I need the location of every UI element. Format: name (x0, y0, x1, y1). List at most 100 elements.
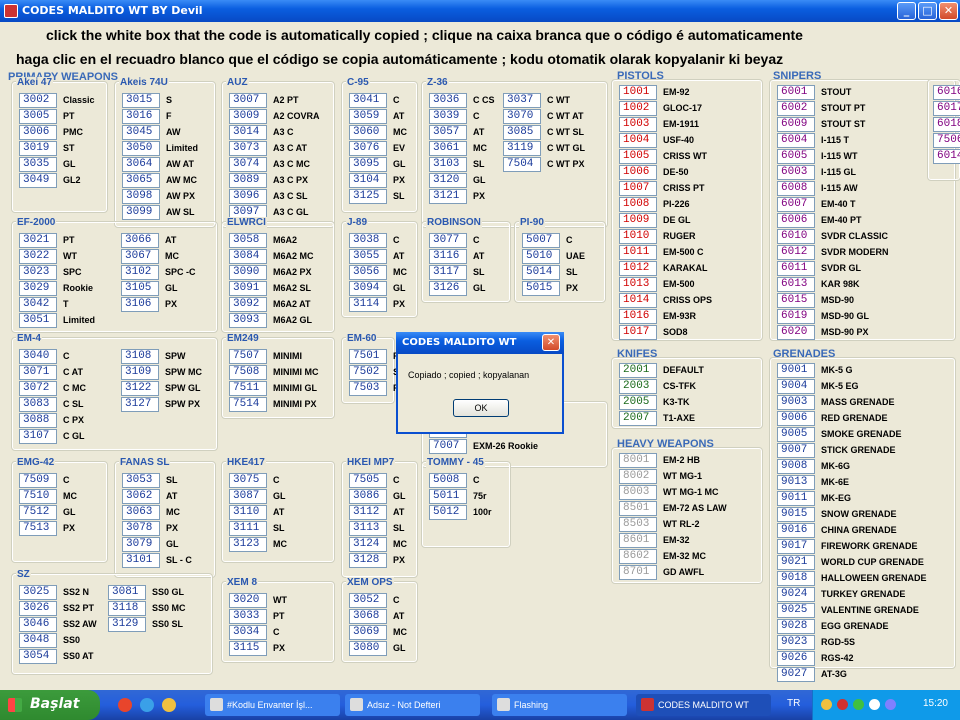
code-box[interactable]: 3101 (122, 553, 160, 568)
code-box[interactable]: 7007 (429, 439, 467, 454)
code-box[interactable]: 3015 (122, 93, 160, 108)
code-box[interactable]: 3061 (429, 141, 467, 156)
code-box[interactable]: 3117 (429, 265, 467, 280)
code-box[interactable]: 6011 (777, 261, 815, 276)
tray-icon[interactable] (837, 699, 848, 710)
code-box[interactable]: 3124 (349, 537, 387, 552)
folder-icon[interactable] (162, 698, 176, 712)
code-box[interactable]: 6017 (933, 101, 960, 116)
code-box[interactable]: 3127 (121, 397, 159, 412)
code-box[interactable]: 8001 (619, 453, 657, 468)
code-box[interactable]: 2001 (619, 363, 657, 378)
code-box[interactable]: 1010 (619, 229, 657, 244)
code-box[interactable]: 3090 (229, 265, 267, 280)
code-box[interactable]: 3025 (19, 585, 57, 600)
code-box[interactable]: 3110 (229, 505, 267, 520)
code-box[interactable]: 7514 (229, 397, 267, 412)
code-box[interactable]: 3048 (19, 633, 57, 648)
code-box[interactable]: 3086 (349, 489, 387, 504)
code-box[interactable]: 3005 (19, 109, 57, 124)
code-box[interactable]: 6013 (777, 277, 815, 292)
code-box[interactable]: 7509 (19, 473, 57, 488)
code-box[interactable]: 3099 (122, 205, 160, 220)
code-box[interactable]: 3103 (429, 157, 467, 172)
code-box[interactable]: 9011 (777, 491, 815, 506)
code-box[interactable]: 6007 (777, 197, 815, 212)
code-box[interactable]: 3088 (19, 413, 57, 428)
code-box[interactable]: 3076 (349, 141, 387, 156)
code-box[interactable]: 7503 (349, 381, 387, 396)
code-box[interactable]: 3106 (121, 297, 159, 312)
code-box[interactable]: 7513 (19, 521, 57, 536)
tray-icon[interactable] (821, 699, 832, 710)
code-box[interactable]: 3029 (19, 281, 57, 296)
code-box[interactable]: 3066 (121, 233, 159, 248)
code-box[interactable]: 7507 (229, 349, 267, 364)
code-box[interactable]: 3128 (349, 553, 387, 568)
code-box[interactable]: 3065 (122, 173, 160, 188)
code-box[interactable]: 3042 (19, 297, 57, 312)
code-box[interactable]: 3058 (229, 233, 267, 248)
code-box[interactable]: 3085 (503, 125, 541, 140)
code-box[interactable]: 3079 (122, 537, 160, 552)
code-box[interactable]: 3016 (122, 109, 160, 124)
code-box[interactable]: 3053 (122, 473, 160, 488)
code-box[interactable]: 3119 (503, 141, 541, 156)
code-box[interactable]: 3094 (349, 281, 387, 296)
code-box[interactable]: 3059 (349, 109, 387, 124)
code-box[interactable]: 6005 (777, 149, 815, 164)
code-box[interactable]: 7505 (349, 473, 387, 488)
code-box[interactable]: 6015 (777, 293, 815, 308)
code-box[interactable]: 3121 (429, 189, 467, 204)
code-box[interactable]: 3040 (19, 349, 57, 364)
code-box[interactable]: 3050 (122, 141, 160, 156)
code-box[interactable]: 3096 (229, 189, 267, 204)
code-box[interactable]: 1005 (619, 149, 657, 164)
code-box[interactable]: 2003 (619, 379, 657, 394)
code-box[interactable]: 8601 (619, 533, 657, 548)
code-box[interactable]: 3036 (429, 93, 467, 108)
code-box[interactable]: 6006 (777, 213, 815, 228)
code-box[interactable]: 9024 (777, 587, 815, 602)
code-box[interactable]: 3009 (229, 109, 267, 124)
code-box[interactable]: 9003 (777, 395, 815, 410)
code-box[interactable]: 3107 (19, 429, 57, 444)
code-box[interactable]: 8501 (619, 501, 657, 516)
code-box[interactable]: 3070 (503, 109, 541, 124)
code-box[interactable]: 3002 (19, 93, 57, 108)
code-box[interactable]: 8701 (619, 565, 657, 580)
code-box[interactable]: 3022 (19, 249, 57, 264)
code-box[interactable]: 3068 (349, 609, 387, 624)
code-box[interactable]: 7504 (503, 157, 541, 172)
code-box[interactable]: 1014 (619, 293, 657, 308)
code-box[interactable]: 1006 (619, 165, 657, 180)
code-box[interactable]: 3060 (349, 125, 387, 140)
code-box[interactable]: 6004 (777, 133, 815, 148)
code-box[interactable]: 3039 (429, 109, 467, 124)
code-box[interactable]: 3075 (229, 473, 267, 488)
task-notepad[interactable]: Adsız - Not Defteri (345, 694, 480, 716)
code-box[interactable]: 5015 (522, 281, 560, 296)
code-box[interactable]: 6002 (777, 101, 815, 116)
code-box[interactable]: 9015 (777, 507, 815, 522)
code-box[interactable]: 1012 (619, 261, 657, 276)
code-box[interactable]: 3098 (122, 189, 160, 204)
code-box[interactable]: 3091 (229, 281, 267, 296)
code-box[interactable]: 9026 (777, 651, 815, 666)
code-box[interactable]: 9027 (777, 667, 815, 682)
code-box[interactable]: 6018 (933, 117, 960, 132)
code-box[interactable]: 3129 (108, 617, 146, 632)
code-box[interactable]: 3125 (349, 189, 387, 204)
task-codes-maldito[interactable]: CODES MALDITO WT (636, 694, 771, 716)
code-box[interactable]: 6009 (777, 117, 815, 132)
code-box[interactable]: 3083 (19, 397, 57, 412)
ie-icon[interactable] (140, 698, 154, 712)
code-box[interactable]: 8002 (619, 469, 657, 484)
code-box[interactable]: 3035 (19, 157, 57, 172)
code-box[interactable]: 3046 (19, 617, 57, 632)
code-box[interactable]: 3120 (429, 173, 467, 188)
code-box[interactable]: 3115 (229, 641, 267, 656)
code-box[interactable]: 7501 (349, 349, 387, 364)
minimize-button[interactable]: _ (897, 2, 916, 20)
code-box[interactable]: 3114 (349, 297, 387, 312)
